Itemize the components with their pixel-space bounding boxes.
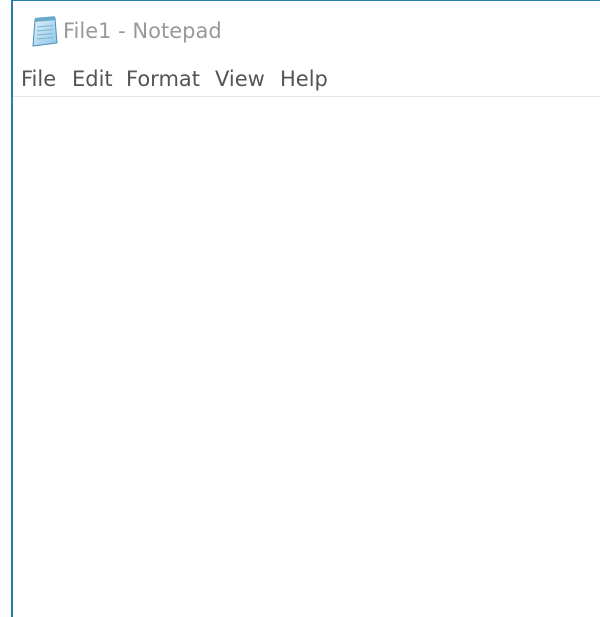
menu-view[interactable]: View: [215, 67, 265, 91]
menu-bar: File Edit Format View Help: [13, 61, 600, 97]
menu-format[interactable]: Format: [126, 67, 200, 91]
menu-file[interactable]: File: [21, 67, 56, 91]
title-bar: File1 - Notepad: [13, 1, 600, 61]
menu-help[interactable]: Help: [280, 67, 328, 91]
window-title: File1 - Notepad: [63, 19, 222, 43]
notepad-window: File1 - Notepad File Edit Format View He…: [11, 0, 600, 617]
menu-edit[interactable]: Edit: [72, 67, 113, 91]
text-editor-area[interactable]: [13, 97, 600, 617]
notepad-icon: [27, 14, 61, 48]
